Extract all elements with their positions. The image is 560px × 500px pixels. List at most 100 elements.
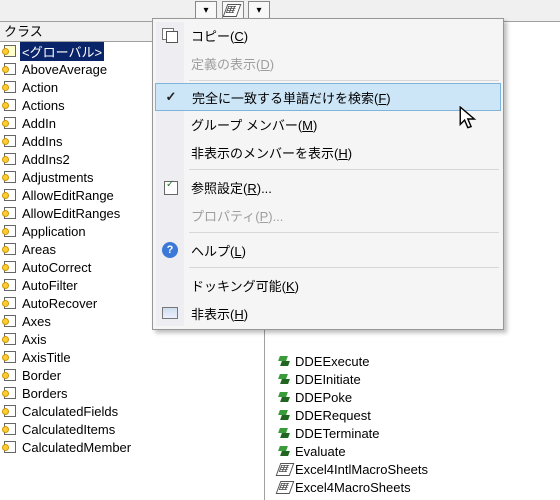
toolbar-button[interactable]: [222, 1, 244, 19]
class-icon: [2, 206, 18, 220]
class-list-item[interactable]: Border: [0, 366, 264, 384]
method-icon: [277, 390, 293, 404]
class-icon: [2, 314, 18, 328]
menu-item-label: 参照設定(R)...: [191, 178, 272, 197]
menu-item: 定義の表示(D): [155, 49, 501, 77]
class-icon: [2, 62, 18, 76]
member-list-label: DDEPoke: [295, 390, 352, 405]
menu-item[interactable]: ?ヘルプ(L): [155, 236, 501, 264]
class-icon: [2, 260, 18, 274]
member-list-label: Excel4IntlMacroSheets: [295, 462, 428, 477]
menu-icon-empty: [161, 54, 179, 72]
class-icon: [2, 422, 18, 436]
toolbar-glyph-icon: [224, 3, 240, 17]
menu-item-label: グループ メンバー(M): [191, 115, 317, 134]
class-list-label: Borders: [20, 386, 70, 401]
menu-item-label: 非表示(H): [191, 304, 248, 323]
class-list-label: AutoFilter: [20, 278, 80, 293]
member-list-item[interactable]: DDERequest: [265, 406, 560, 424]
menu-item-label: ドッキング可能(K): [191, 276, 299, 295]
class-icon: [2, 386, 18, 400]
class-list-label: AddIns2: [20, 152, 72, 167]
menu-separator: [189, 169, 499, 170]
menu-icon-empty: [161, 115, 179, 133]
menu-separator: [189, 232, 499, 233]
menu-separator: [189, 267, 499, 268]
class-list-item[interactable]: CalculatedMember: [0, 438, 264, 456]
class-list-label: Areas: [20, 242, 58, 257]
class-icon: [2, 134, 18, 148]
class-icon: [2, 224, 18, 238]
menu-item-label: 非表示のメンバーを表示(H): [191, 143, 352, 162]
class-list-label: CalculatedItems: [20, 422, 117, 437]
menu-separator: [189, 80, 499, 81]
menu-item[interactable]: 参照設定(R)...: [155, 173, 501, 201]
member-list-label: DDERequest: [295, 408, 371, 423]
menu-item[interactable]: 非表示(H): [155, 299, 501, 327]
member-list-label: DDEExecute: [295, 354, 369, 369]
menu-item[interactable]: コピー(C): [155, 21, 501, 49]
menu-item-label: 完全に一致する単語だけを検索(F): [192, 88, 391, 107]
menu-item-label: プロパティ(P)...: [191, 206, 283, 225]
member-list-item[interactable]: DDEPoke: [265, 388, 560, 406]
menu-item[interactable]: ドッキング可能(K): [155, 271, 501, 299]
class-icon: [2, 44, 18, 58]
references-icon: [161, 178, 179, 196]
class-list-label: Application: [20, 224, 88, 239]
method-icon: [277, 354, 293, 368]
class-list-item[interactable]: CalculatedFields: [0, 402, 264, 420]
class-list-label: AutoCorrect: [20, 260, 93, 275]
class-icon: [2, 296, 18, 310]
method-icon: [277, 408, 293, 422]
class-list-label: AllowEditRange: [20, 188, 116, 203]
member-list-item[interactable]: Evaluate: [265, 442, 560, 460]
menu-icon-empty: [161, 276, 179, 294]
member-list-label: Excel4MacroSheets: [295, 480, 411, 495]
class-list-label: Axes: [20, 314, 53, 329]
menu-item[interactable]: 非表示のメンバーを表示(H): [155, 138, 501, 166]
class-list-label: AboveAverage: [20, 62, 109, 77]
member-list-item[interactable]: Excel4IntlMacroSheets: [265, 460, 560, 478]
class-list-item[interactable]: Borders: [0, 384, 264, 402]
class-list-label: Border: [20, 368, 63, 383]
menu-item[interactable]: ✓ 完全に一致する単語だけを検索(F): [155, 83, 501, 111]
menu-icon-empty: [161, 206, 179, 224]
toolbar-dropdown-2[interactable]: ▾: [248, 1, 270, 19]
member-list-item[interactable]: DDETerminate: [265, 424, 560, 442]
class-list-item[interactable]: Axis: [0, 330, 264, 348]
class-list-item[interactable]: AxisTitle: [0, 348, 264, 366]
class-list-label: Axis: [20, 332, 49, 347]
member-list-item[interactable]: DDEExecute: [265, 352, 560, 370]
method-icon: [277, 372, 293, 386]
class-icon: [2, 332, 18, 346]
class-list-label: CalculatedMember: [20, 440, 133, 455]
class-list-label: AllowEditRanges: [20, 206, 122, 221]
context-menu: コピー(C) 定義の表示(D) ✓ 完全に一致する単語だけを検索(F) グループ メンバ…: [152, 18, 504, 330]
toolbar-dropdown-1[interactable]: ▾: [195, 1, 217, 19]
class-list-label: Action: [20, 80, 60, 95]
class-icon: [2, 188, 18, 202]
menu-item-label: 定義の表示(D): [191, 54, 274, 73]
worksheet-icon: [277, 462, 293, 476]
class-list-label: Actions: [20, 98, 67, 113]
window-icon: [161, 304, 179, 322]
menu-item-label: ヘルプ(L): [191, 241, 246, 260]
member-list-item[interactable]: Excel4MacroSheets: [265, 478, 560, 496]
class-list-label: <グローバル>: [20, 42, 104, 61]
class-list-label: AddIns: [20, 134, 64, 149]
class-icon: [2, 368, 18, 382]
class-list-label: AutoRecover: [20, 296, 99, 311]
class-list-label: Adjustments: [20, 170, 96, 185]
class-list-item[interactable]: CalculatedItems: [0, 420, 264, 438]
menu-icon-empty: [161, 143, 179, 161]
method-icon: [277, 426, 293, 440]
class-list-label: AxisTitle: [20, 350, 73, 365]
member-list-label: DDETerminate: [295, 426, 380, 441]
member-list-label: DDEInitiate: [295, 372, 361, 387]
class-icon: [2, 440, 18, 454]
class-icon: [2, 404, 18, 418]
copy-icon: [161, 26, 179, 44]
member-list-item[interactable]: DDEInitiate: [265, 370, 560, 388]
menu-item[interactable]: グループ メンバー(M): [155, 110, 501, 138]
check-icon: ✓: [162, 88, 180, 106]
